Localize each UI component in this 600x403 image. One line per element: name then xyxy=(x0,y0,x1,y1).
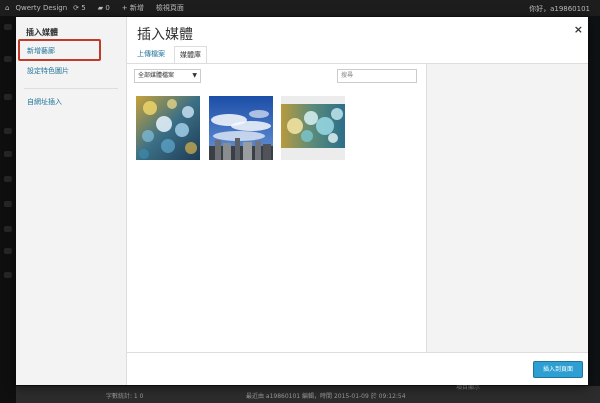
media-thumbnail-city-sky[interactable] xyxy=(209,96,273,160)
editor-status-bar: 字數統計: 1 0 最近由 a19860101 編輯，時間 2015-01-09… xyxy=(16,384,600,403)
search-input[interactable]: 搜尋 xyxy=(337,69,417,83)
admin-bar: ⌂ Qwerty Design ⟳ 5 ▰ 0 + 新增 檢視頁面 你好，a19… xyxy=(0,0,600,16)
sidebar-item-featured-image[interactable]: 設定特色圖片 xyxy=(27,66,69,76)
updates-icon[interactable]: ⟳ 5 xyxy=(73,4,92,12)
comments-icon[interactable]: ▰ 0 xyxy=(98,4,116,12)
home-icon[interactable]: ⌂ xyxy=(5,4,9,12)
updates-count: 5 xyxy=(81,4,86,12)
tab-media-library[interactable]: 媒體庫 xyxy=(174,46,207,64)
tab-upload-files[interactable]: 上傳檔案 xyxy=(132,46,170,64)
new-label: 新增 xyxy=(129,4,144,12)
modal-title: 插入媒體 xyxy=(137,27,193,43)
media-modal-sidebar: 插入媒體 新增藝廊 設定特色圖片 自網址插入 xyxy=(16,17,127,385)
user-greeting[interactable]: 你好，a19860101 xyxy=(529,4,590,14)
comments-count: 0 xyxy=(105,4,110,12)
last-edited: 最近由 a19860101 編輯，時間 2015-01-09 於 09:12:5… xyxy=(246,393,406,400)
sidebar-heading[interactable]: 插入媒體 xyxy=(26,27,58,38)
media-thumbnail-bokeh-yellow-blue[interactable] xyxy=(136,96,200,160)
filter-selected-value: 全部媒體檔案 xyxy=(138,72,175,79)
bokeh-image xyxy=(281,96,345,160)
new-link[interactable]: + 新增 xyxy=(122,3,150,13)
sidebar-item-create-gallery[interactable]: 新增藝廊 xyxy=(27,46,55,56)
view-page-link[interactable]: 檢視頁面 xyxy=(156,3,184,13)
media-frame-toolbar: 插入到頁面 xyxy=(127,352,588,385)
chevron-down-icon: ▼ xyxy=(192,72,197,79)
insert-into-page-button[interactable]: 插入到頁面 xyxy=(533,361,583,378)
attachment-details-panel xyxy=(426,64,588,352)
bokeh-image xyxy=(136,96,200,160)
city-image xyxy=(209,96,273,160)
site-name-link[interactable]: Qwerty Design xyxy=(15,4,67,12)
media-thumbnail-bokeh-teal-white[interactable] xyxy=(281,96,345,160)
close-icon[interactable]: × xyxy=(574,23,583,36)
media-modal-main: 插入媒體 上傳檔案 媒體庫 全部媒體檔案 ▼ 搜尋 插入到頁面 xyxy=(127,17,588,385)
media-filter-select[interactable]: 全部媒體檔案 ▼ xyxy=(134,69,201,83)
word-count: 字數統計: 1 0 xyxy=(106,393,144,400)
sidebar-separator xyxy=(24,88,118,89)
sidebar-item-insert-from-url[interactable]: 自網址插入 xyxy=(27,97,62,107)
insert-media-modal: 插入媒體 新增藝廊 設定特色圖片 自網址插入 插入媒體 上傳檔案 媒體庫 全部媒… xyxy=(16,17,588,385)
attachments-browser: 全部媒體檔案 ▼ 搜尋 xyxy=(127,64,426,352)
